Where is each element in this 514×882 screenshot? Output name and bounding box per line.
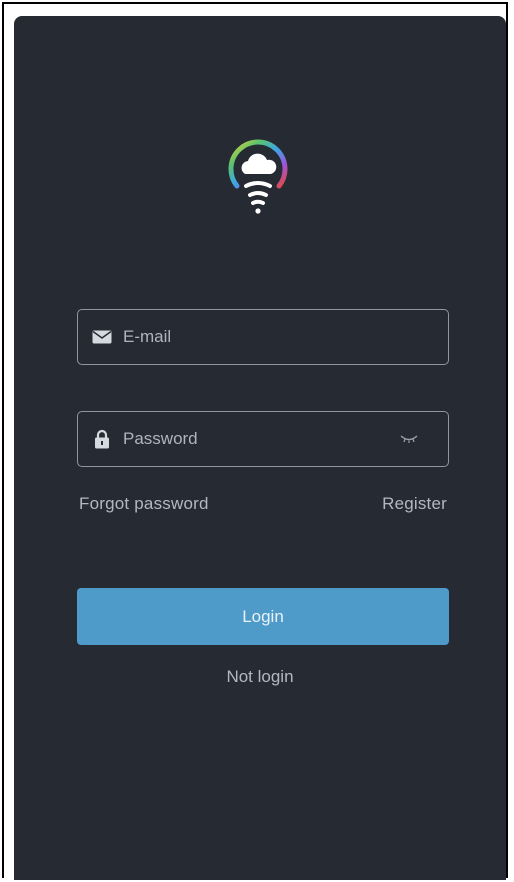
email-field[interactable] (77, 309, 449, 365)
login-screen: Forgot password Register Login Not login (14, 16, 506, 880)
login-button[interactable]: Login (77, 588, 449, 645)
password-field[interactable] (77, 411, 449, 467)
envelope-icon (91, 326, 113, 348)
eye-closed-icon[interactable] (398, 432, 420, 446)
not-login-link[interactable]: Not login (14, 667, 506, 687)
forgot-password-link[interactable]: Forgot password (79, 494, 209, 514)
lock-icon (91, 428, 113, 450)
email-input[interactable] (123, 322, 448, 352)
lightbulb-cloud-wifi-logo-icon (228, 139, 288, 214)
password-input[interactable] (123, 424, 398, 454)
register-link[interactable]: Register (382, 494, 447, 514)
